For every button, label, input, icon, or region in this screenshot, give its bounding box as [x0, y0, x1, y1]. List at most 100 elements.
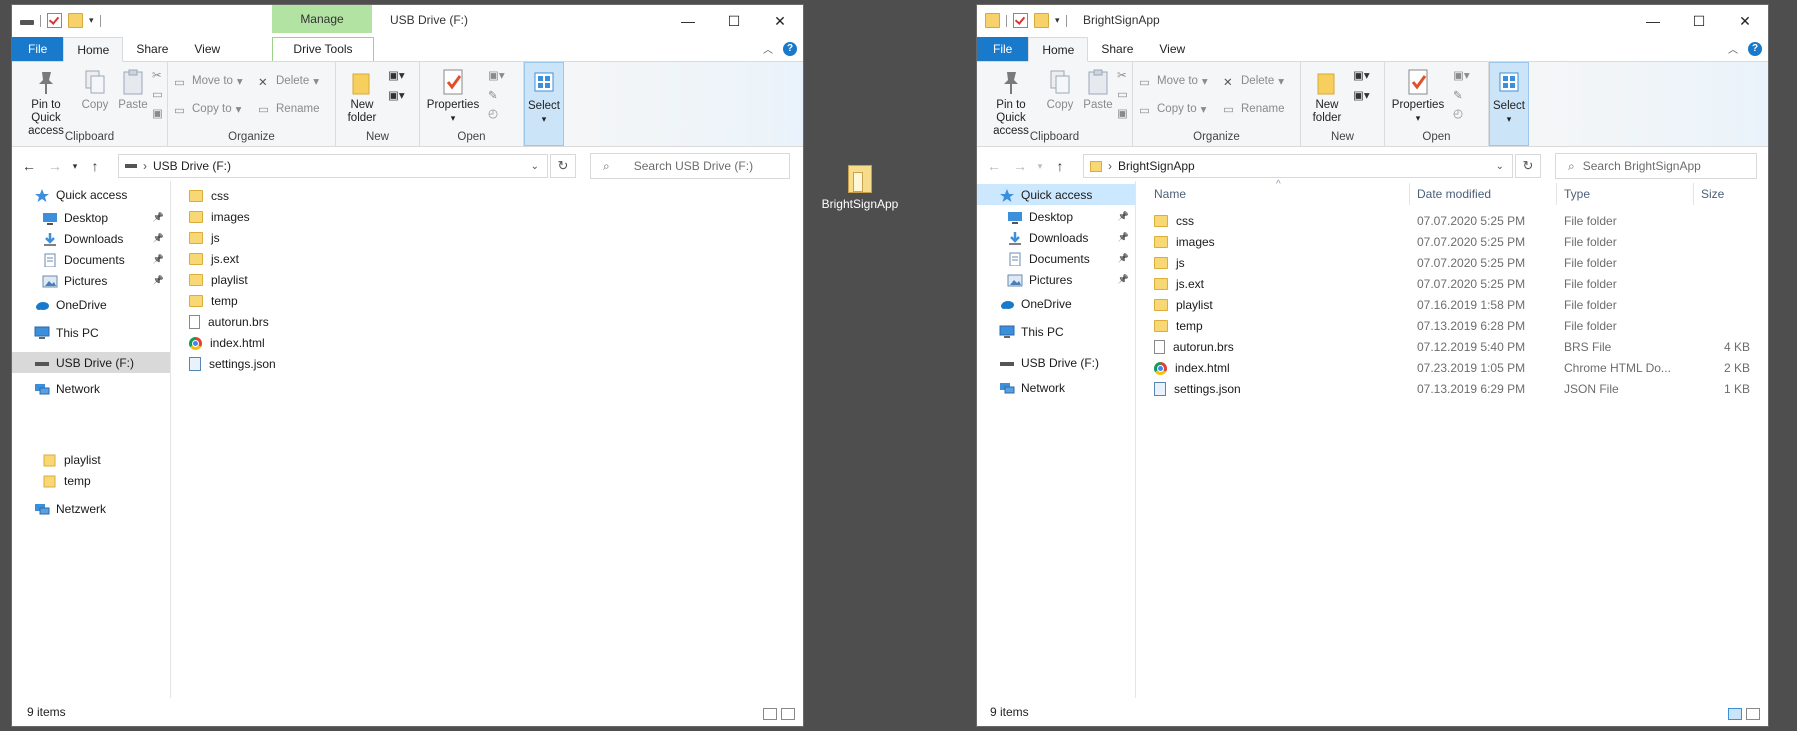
- recent-locations-button[interactable]: ▾: [68, 161, 82, 172]
- column-header-name[interactable]: Name: [1154, 181, 1186, 207]
- history-icon[interactable]: ◴: [1453, 106, 1463, 120]
- refresh-button[interactable]: ↻: [1515, 154, 1541, 178]
- close-button[interactable]: ✕: [1722, 5, 1768, 37]
- column-header-size[interactable]: Size: [1701, 181, 1724, 207]
- customize-qat-icon[interactable]: ▾: [89, 15, 94, 26]
- nav-item-onedrive[interactable]: OneDrive: [12, 294, 170, 315]
- breadcrumb[interactable]: USB Drive (F:): [153, 159, 231, 173]
- table-row[interactable]: index.html 07.23.2019 1:05 PM Chrome HTML …: [1136, 358, 1768, 378]
- nav-item-documents[interactable]: Documents 📌: [12, 249, 170, 270]
- tab-view[interactable]: View: [1146, 37, 1198, 61]
- nav-item-desktop[interactable]: Desktop 📌: [12, 207, 170, 228]
- list-item[interactable]: index.html: [189, 333, 265, 353]
- table-row[interactable]: autorun.brs 07.12.2019 5:40 PM BRS File 4 K…: [1136, 337, 1768, 357]
- cut-icon[interactable]: ✂: [1117, 68, 1127, 82]
- paste-shortcut-icon[interactable]: ▣: [152, 106, 163, 120]
- select-button[interactable]: Select ▾: [1489, 62, 1529, 146]
- select-button[interactable]: Select ▾: [524, 62, 564, 146]
- nav-item-downloads[interactable]: Downloads 📌: [977, 227, 1135, 248]
- nav-item-this-pc[interactable]: This PC: [977, 321, 1135, 342]
- copy-button[interactable]: Copy: [1043, 68, 1077, 112]
- easy-access-icon[interactable]: ▣▾: [388, 88, 405, 102]
- history-icon[interactable]: ◴: [488, 106, 498, 120]
- address-dropdown-icon[interactable]: ⌄: [531, 161, 539, 172]
- back-button[interactable]: ←: [981, 158, 1007, 174]
- rename-button[interactable]: ▭ Rename: [1223, 102, 1284, 117]
- pin-icon[interactable]: 📌: [1118, 274, 1129, 285]
- pin-icon[interactable]: 📌: [153, 212, 164, 223]
- search-input[interactable]: ⌕ Search USB Drive (F:): [590, 153, 790, 179]
- delete-button[interactable]: ✕ Delete ▾: [1223, 74, 1284, 89]
- nav-item-usb-drive-f[interactable]: USB Drive (F:): [977, 352, 1135, 373]
- address-bar[interactable]: › BrightSignApp ⌄: [1083, 154, 1513, 178]
- nav-item-quick-access[interactable]: Quick access: [977, 184, 1135, 205]
- move-to-button[interactable]: ▭ Move to ▾: [174, 74, 243, 89]
- paste-button[interactable]: Paste: [116, 68, 150, 112]
- nav-item-pictures[interactable]: Pictures 📌: [12, 270, 170, 291]
- large-icons-view-icon[interactable]: [1746, 708, 1760, 720]
- table-row[interactable]: temp 07.13.2019 6:28 PM File folder: [1136, 316, 1768, 336]
- nav-item-netzwerk[interactable]: Netzwerk: [12, 498, 170, 519]
- customize-qat-icon[interactable]: ▾: [1055, 15, 1060, 26]
- new-folder-button[interactable]: New folder: [340, 68, 384, 125]
- new-folder-icon[interactable]: [1034, 13, 1049, 28]
- tab-file[interactable]: File: [977, 37, 1029, 61]
- column-header-date-modified[interactable]: Date modified: [1417, 181, 1491, 207]
- column-header-type[interactable]: Type: [1564, 181, 1590, 207]
- search-input[interactable]: ⌕ Search BrightSignApp: [1555, 153, 1757, 179]
- cut-icon[interactable]: ✂: [152, 68, 162, 82]
- edit-icon[interactable]: ✎: [488, 88, 498, 102]
- new-item-icon[interactable]: ▣▾: [1353, 68, 1370, 82]
- nav-item-network[interactable]: Network: [12, 378, 170, 399]
- nav-item-network[interactable]: Network: [977, 377, 1135, 398]
- tab-share[interactable]: Share: [123, 37, 181, 61]
- forward-button[interactable]: →: [42, 158, 68, 174]
- easy-access-icon[interactable]: ▣▾: [1353, 88, 1370, 102]
- list-item[interactable]: js.ext: [189, 249, 239, 269]
- column-separator[interactable]: [1409, 183, 1410, 205]
- paste-button[interactable]: Paste: [1081, 68, 1115, 112]
- collapse-ribbon-icon[interactable]: ︿: [1728, 41, 1738, 56]
- table-row[interactable]: js 07.07.2020 5:25 PM File folder: [1136, 253, 1768, 273]
- breadcrumb[interactable]: BrightSignApp: [1118, 159, 1195, 173]
- desktop-folder-brightsignapp[interactable]: BrightSignApp: [815, 165, 905, 211]
- nav-item-this-pc[interactable]: This PC: [12, 322, 170, 343]
- pin-icon[interactable]: 📌: [153, 233, 164, 244]
- nav-item-temp[interactable]: temp: [12, 470, 170, 491]
- properties-icon[interactable]: [47, 13, 62, 28]
- forward-button[interactable]: →: [1007, 158, 1033, 174]
- new-folder-button[interactable]: New folder: [1305, 68, 1349, 125]
- list-item[interactable]: css: [189, 186, 229, 206]
- close-button[interactable]: ✕: [757, 5, 803, 37]
- copy-button[interactable]: Copy: [78, 68, 112, 112]
- refresh-button[interactable]: ↻: [550, 154, 576, 178]
- up-button[interactable]: ↑: [82, 158, 108, 174]
- paste-shortcut-icon[interactable]: ▣: [1117, 106, 1128, 120]
- nav-item-documents[interactable]: Documents 📌: [977, 248, 1135, 269]
- properties-button[interactable]: Properties ▾: [1389, 68, 1447, 125]
- nav-item-quick-access[interactable]: Quick access: [12, 184, 170, 205]
- large-icons-view-icon[interactable]: [781, 708, 795, 720]
- rename-button[interactable]: ▭ Rename: [258, 102, 319, 117]
- tab-share[interactable]: Share: [1088, 37, 1146, 61]
- new-folder-icon[interactable]: [68, 13, 83, 28]
- pin-icon[interactable]: 📌: [1118, 232, 1129, 243]
- new-item-icon[interactable]: ▣▾: [388, 68, 405, 82]
- nav-item-desktop[interactable]: Desktop 📌: [977, 206, 1135, 227]
- copy-to-button[interactable]: ▭ Copy to ▾: [1139, 102, 1206, 117]
- properties-button[interactable]: Properties ▾: [424, 68, 482, 125]
- recent-locations-button[interactable]: ▾: [1033, 161, 1047, 172]
- pin-icon[interactable]: 📌: [1118, 253, 1129, 264]
- pin-to-quick-access-button[interactable]: Pin to Quick access: [983, 68, 1039, 138]
- move-to-button[interactable]: ▭ Move to ▾: [1139, 74, 1208, 89]
- table-row[interactable]: js.ext 07.07.2020 5:25 PM File folder: [1136, 274, 1768, 294]
- address-bar[interactable]: › USB Drive (F:) ⌄: [118, 154, 548, 178]
- help-icon[interactable]: ?: [783, 41, 797, 56]
- collapse-ribbon-icon[interactable]: ︿: [763, 41, 773, 56]
- details-view-icon[interactable]: [763, 708, 777, 720]
- maximize-button[interactable]: ☐: [711, 5, 757, 37]
- column-separator[interactable]: [1693, 183, 1694, 205]
- back-button[interactable]: ←: [16, 158, 42, 174]
- minimize-button[interactable]: —: [665, 5, 711, 37]
- list-item[interactable]: temp: [189, 291, 238, 311]
